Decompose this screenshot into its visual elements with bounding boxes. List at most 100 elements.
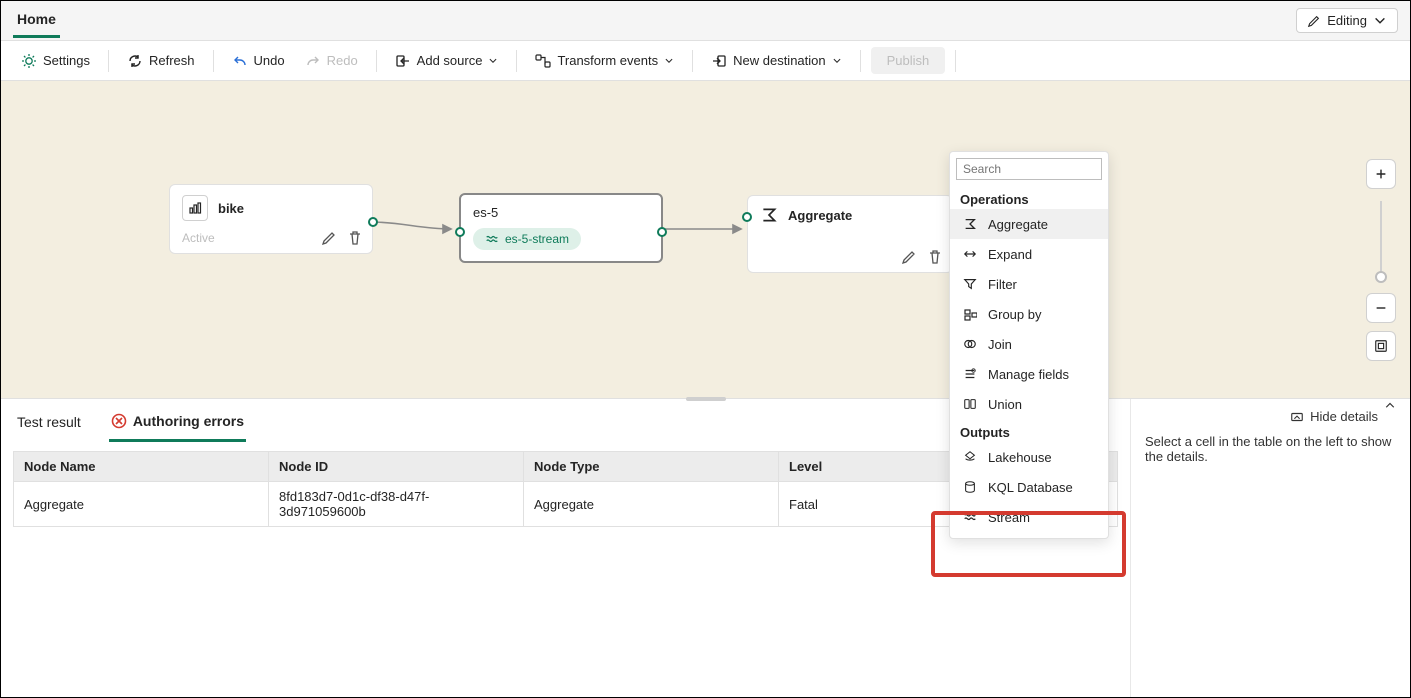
- col-node-id[interactable]: Node ID: [269, 452, 524, 482]
- output-port[interactable]: [657, 227, 667, 237]
- node-stream-title: es-5: [473, 205, 649, 220]
- stream-icon: [485, 232, 499, 246]
- redo-label: Redo: [327, 53, 358, 68]
- input-port[interactable]: [742, 212, 752, 222]
- dropdown-item-group-by[interactable]: Group by: [950, 299, 1108, 329]
- dd-label: Group by: [988, 307, 1041, 322]
- fit-to-screen-button[interactable]: [1366, 331, 1396, 361]
- collapse-icon: [1290, 410, 1304, 424]
- chevron-up-icon: [1384, 399, 1396, 411]
- node-aggregate[interactable]: Aggregate: [747, 195, 953, 273]
- dropdown-item-expand[interactable]: Expand: [950, 239, 1108, 269]
- delete-node-button[interactable]: [926, 248, 944, 266]
- separator: [516, 50, 517, 72]
- undo-button[interactable]: Undo: [224, 49, 293, 73]
- zoom-in-button[interactable]: [1366, 159, 1396, 189]
- pencil-icon: [1307, 14, 1321, 28]
- new-destination-button[interactable]: New destination: [703, 49, 850, 73]
- editing-mode-button[interactable]: Editing: [1296, 8, 1398, 33]
- redo-button: Redo: [297, 49, 366, 73]
- canvas-controls: [1366, 159, 1396, 361]
- separator: [108, 50, 109, 72]
- stream-chip-label: es-5-stream: [505, 232, 569, 246]
- bar-chart-icon: [182, 195, 208, 221]
- node-source-title: bike: [218, 201, 244, 216]
- separator: [955, 50, 956, 72]
- header-bar: Home Editing: [1, 1, 1410, 41]
- dd-label: Stream: [988, 510, 1030, 525]
- node-stream[interactable]: es-5 es-5-stream: [459, 193, 663, 263]
- dropdown-item-union[interactable]: Union: [950, 389, 1108, 419]
- edit-node-button[interactable]: [320, 229, 338, 247]
- chevron-down-icon: [832, 56, 842, 66]
- dropdown-section-outputs: Outputs: [950, 419, 1108, 442]
- edit-node-button[interactable]: [900, 248, 918, 266]
- hide-details-button[interactable]: Hide details: [1145, 409, 1396, 424]
- home-tab[interactable]: Home: [13, 3, 60, 38]
- zoom-slider[interactable]: [1380, 201, 1382, 281]
- dropdown-item-manage-fields[interactable]: Manage fields: [950, 359, 1108, 389]
- cell-node-name: Aggregate: [14, 482, 269, 527]
- panel-resize-handle[interactable]: [686, 397, 726, 401]
- tab-errors-label: Authoring errors: [133, 413, 244, 429]
- dropdown-item-lakehouse[interactable]: Lakehouse: [950, 442, 1108, 472]
- refresh-button[interactable]: Refresh: [119, 49, 203, 73]
- separator: [376, 50, 377, 72]
- add-source-button[interactable]: Add source: [387, 49, 507, 73]
- dd-label: Aggregate: [988, 217, 1048, 232]
- dd-label: Manage fields: [988, 367, 1069, 382]
- dd-label: Expand: [988, 247, 1032, 262]
- undo-icon: [232, 53, 248, 69]
- transform-icon: [535, 53, 551, 69]
- dropdown-search-input[interactable]: [956, 158, 1102, 180]
- separator: [692, 50, 693, 72]
- zoom-thumb[interactable]: [1375, 271, 1387, 283]
- col-node-type[interactable]: Node Type: [524, 452, 779, 482]
- refresh-icon: [127, 53, 143, 69]
- tab-authoring-errors[interactable]: Authoring errors: [109, 403, 246, 442]
- dd-label: Join: [988, 337, 1012, 352]
- publish-button: Publish: [871, 47, 946, 74]
- chevron-down-icon: [664, 56, 674, 66]
- node-source[interactable]: bike Active: [169, 184, 373, 254]
- transform-events-button[interactable]: Transform events: [527, 49, 682, 73]
- dropdown-item-kql-database[interactable]: KQL Database: [950, 472, 1108, 502]
- tab-test-result[interactable]: Test result: [15, 404, 83, 440]
- dd-label: Filter: [988, 277, 1017, 292]
- dropdown-item-stream[interactable]: Stream: [950, 502, 1108, 532]
- dropdown-item-filter[interactable]: Filter: [950, 269, 1108, 299]
- add-source-label: Add source: [417, 53, 483, 68]
- dd-label: Union: [988, 397, 1022, 412]
- input-port[interactable]: [455, 227, 465, 237]
- undo-label: Undo: [254, 53, 285, 68]
- dd-label: Lakehouse: [988, 450, 1052, 465]
- redo-icon: [305, 53, 321, 69]
- output-port[interactable]: [368, 217, 378, 227]
- bottom-panel: Test result Authoring errors Node Name N…: [1, 398, 1410, 697]
- add-operation-dropdown: Operations Aggregate Expand Filter Group…: [949, 151, 1109, 539]
- dropdown-item-join[interactable]: Join: [950, 329, 1108, 359]
- dropdown-item-aggregate[interactable]: Aggregate: [950, 209, 1108, 239]
- transform-label: Transform events: [557, 53, 658, 68]
- stream-chip: es-5-stream: [473, 228, 581, 250]
- settings-button[interactable]: Settings: [13, 49, 98, 73]
- toolbar: Settings Refresh Undo Redo Add source Tr…: [1, 41, 1410, 81]
- col-node-name[interactable]: Node Name: [14, 452, 269, 482]
- error-icon: [111, 413, 127, 429]
- dropdown-section-operations: Operations: [950, 186, 1108, 209]
- chevron-down-icon: [1373, 14, 1387, 28]
- canvas-area[interactable]: bike Active es-5 es-5-stream Aggregate: [1, 81, 1410, 398]
- node-aggregate-title: Aggregate: [788, 208, 852, 223]
- chevron-down-icon: [488, 56, 498, 66]
- refresh-label: Refresh: [149, 53, 195, 68]
- separator: [860, 50, 861, 72]
- delete-node-button[interactable]: [346, 229, 364, 247]
- zoom-out-button[interactable]: [1366, 293, 1396, 323]
- sigma-icon: [760, 206, 778, 224]
- editing-label: Editing: [1327, 13, 1367, 28]
- hide-details-label: Hide details: [1310, 409, 1378, 424]
- details-placeholder: Select a cell in the table on the left t…: [1145, 434, 1396, 464]
- gear-icon: [21, 53, 37, 69]
- add-source-icon: [395, 53, 411, 69]
- separator: [213, 50, 214, 72]
